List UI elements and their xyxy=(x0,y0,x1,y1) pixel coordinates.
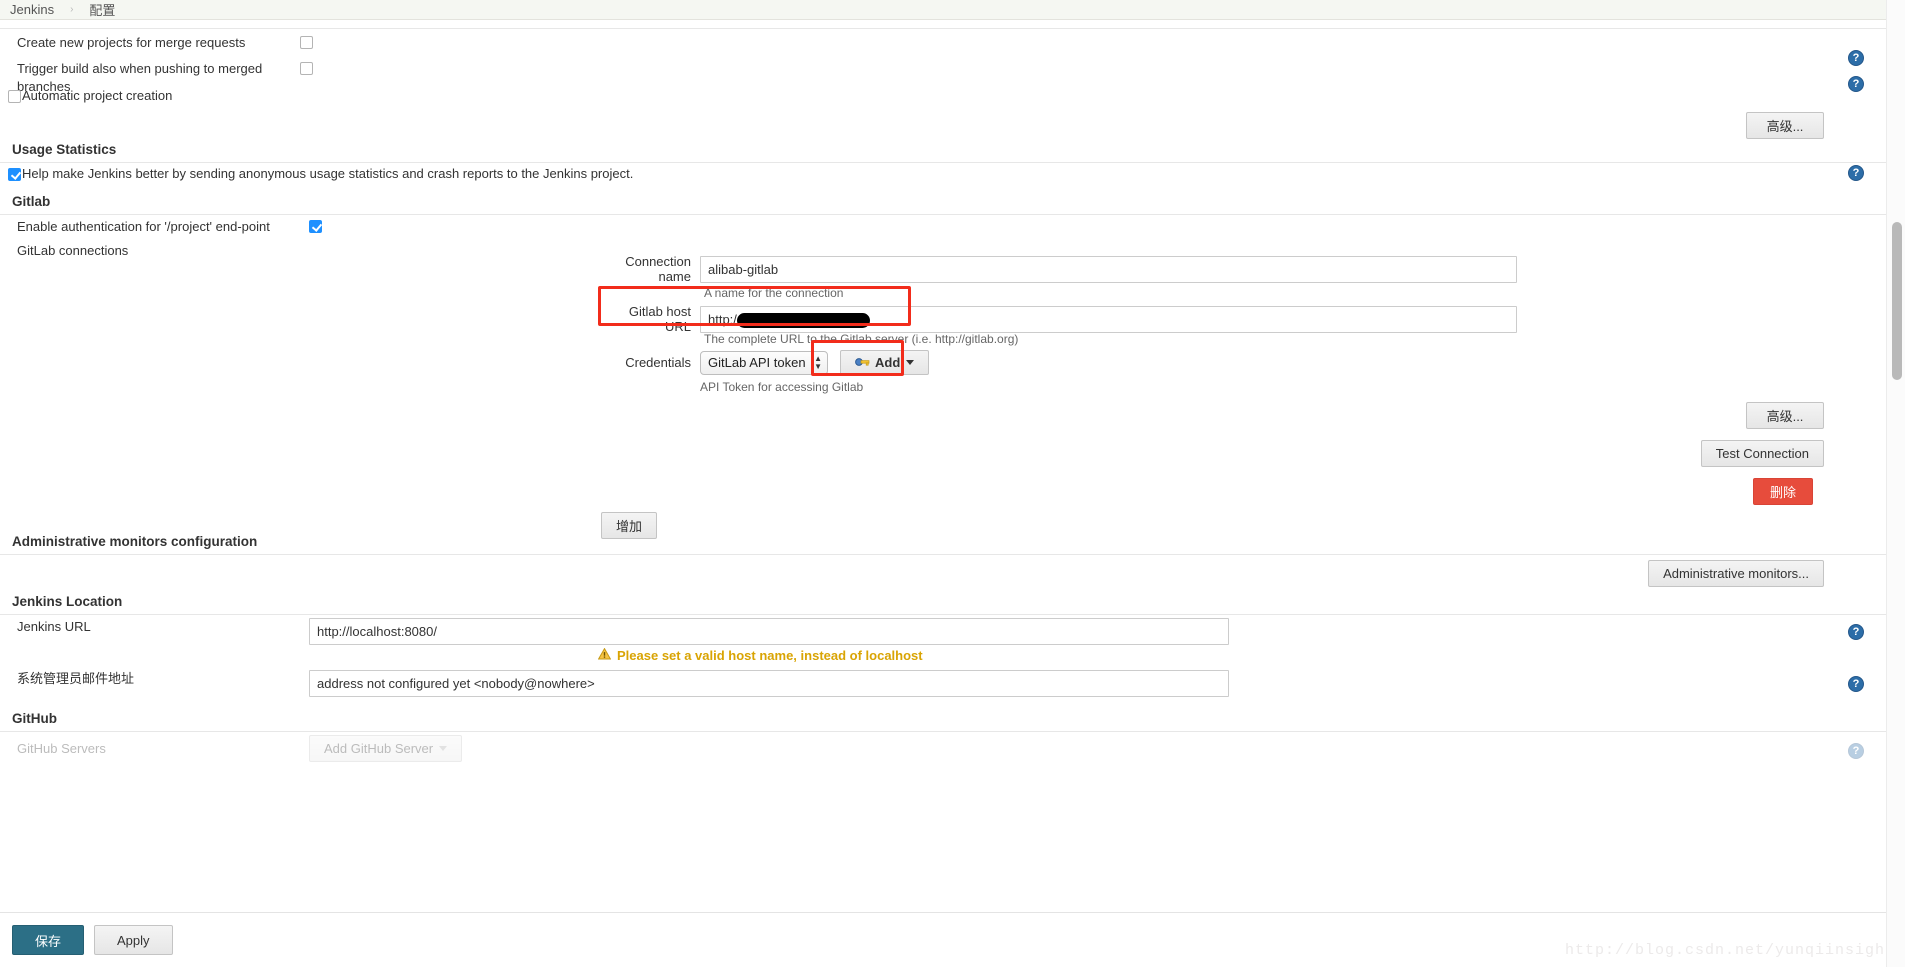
row-create-new-projects: Create new projects for merge requests ? xyxy=(0,34,1886,66)
administrative-monitors-button[interactable]: Administrative monitors... xyxy=(1648,560,1824,587)
gitlab-delete-button[interactable]: 删除 xyxy=(1752,478,1813,505)
row-admin-email: 系统管理员邮件地址 ? xyxy=(0,670,1886,697)
enable-auth-checkbox[interactable] xyxy=(309,220,322,234)
breadcrumb-current[interactable]: 配置 xyxy=(87,0,117,19)
add-github-server-button[interactable]: Add GitHub Server xyxy=(309,735,463,762)
page-scrollbar-thumb[interactable] xyxy=(1892,222,1902,380)
chevron-down-icon xyxy=(906,360,915,365)
row-enable-auth: Enable authentication for '/project' end… xyxy=(0,218,1886,236)
add-github-server-label: Add GitHub Server xyxy=(324,741,434,756)
credentials-hint: API Token for accessing Gitlab xyxy=(700,380,864,394)
enable-auth-label: Enable authentication for '/project' end… xyxy=(17,219,270,234)
gitlab-web-hook-heading: Gitlab Web Hook xyxy=(0,20,1886,23)
admin-email-label: 系统管理员邮件地址 xyxy=(17,671,135,686)
test-connection-button[interactable]: Test Connection xyxy=(1700,440,1824,467)
webhook-advanced-button[interactable]: 高级... xyxy=(1746,112,1824,139)
create-new-projects-label: Create new projects for merge requests xyxy=(17,35,246,50)
gitlab-host-url-hint: The complete URL to the Gitlab server (i… xyxy=(704,332,1019,346)
help-icon-jenkins-url[interactable]: ? xyxy=(1848,624,1864,640)
create-new-projects-checkbox[interactable] xyxy=(300,36,313,50)
page-scrollbar-track[interactable] xyxy=(1886,0,1905,967)
apply-button[interactable]: Apply xyxy=(94,925,173,955)
credentials-select[interactable]: GitLab API token xyxy=(700,350,828,375)
row-jenkins-url: Jenkins URL ? Please set a valid host na… xyxy=(0,618,1886,663)
jenkins-location-heading: Jenkins Location xyxy=(12,594,123,609)
section-usage-statistics: Usage Statistics xyxy=(0,142,1886,163)
connection-name-label: Connection name xyxy=(625,254,691,284)
breadcrumb: Jenkins › 配置 xyxy=(0,0,1886,20)
row-usage-statistics-optin: Help make Jenkins better by sending anon… xyxy=(0,165,1886,182)
config-form-scroll-area[interactable]: Gitlab Web Hook Create new projects for … xyxy=(0,20,1886,967)
section-gitlab-web-hook: Gitlab Web Hook xyxy=(0,20,1886,29)
warning-triangle-icon xyxy=(597,647,612,663)
connection-name-hint: A name for the connection xyxy=(704,286,844,300)
gitlab-advanced-button[interactable]: 高级... xyxy=(1746,402,1824,429)
github-servers-label: GitHub Servers xyxy=(17,740,106,756)
row-github-servers: GitHub Servers Add GitHub Server ? xyxy=(0,735,1886,762)
breadcrumb-separator-icon: › xyxy=(70,4,74,15)
credentials-label: Credentials xyxy=(625,355,691,370)
watermark: http://blog.csdn.net/yunqiinsight xyxy=(1564,942,1895,959)
help-icon-admin-email[interactable]: ? xyxy=(1848,676,1864,692)
jenkins-url-label: Jenkins URL xyxy=(17,619,91,634)
section-github: GitHub xyxy=(0,711,1886,732)
usage-statistics-heading: Usage Statistics xyxy=(12,142,117,157)
section-administrative-monitors: Administrative monitors configuration Ad… xyxy=(0,534,1886,587)
credentials-add-label: Add xyxy=(875,355,901,370)
section-gitlab: Gitlab xyxy=(0,194,1886,215)
chevron-down-icon-github xyxy=(439,746,448,751)
administrative-monitors-heading: Administrative monitors configuration xyxy=(12,534,258,549)
redaction-marker xyxy=(737,312,870,328)
section-jenkins-location: Jenkins Location xyxy=(0,594,1886,615)
breadcrumb-root[interactable]: Jenkins xyxy=(8,2,56,17)
connection-name-input[interactable] xyxy=(700,255,1517,283)
trigger-build-merged-checkbox[interactable] xyxy=(300,62,313,76)
jenkins-configure-page: Jenkins › 配置 Gitlab Web Hook Create new … xyxy=(0,0,1905,967)
save-button[interactable]: 保存 xyxy=(12,925,85,955)
automatic-project-creation-checkbox[interactable] xyxy=(8,90,21,104)
credentials-add-button[interactable]: Add xyxy=(840,350,930,375)
github-heading: GitHub xyxy=(12,711,57,726)
gitlab-heading: Gitlab xyxy=(12,194,51,209)
jenkins-url-warning: Please set a valid host name, instead of… xyxy=(617,648,923,663)
gitlab-host-url-label: Gitlab host URL xyxy=(628,304,691,334)
jenkins-url-input[interactable] xyxy=(309,618,1229,645)
gitlab-connections-label: GitLab connections xyxy=(17,243,129,258)
row-automatic-project-creation: Automatic project creation xyxy=(0,88,1886,104)
admin-email-input[interactable] xyxy=(309,670,1229,697)
help-icon-github-servers[interactable]: ? xyxy=(1848,743,1864,759)
key-icon xyxy=(855,355,870,370)
automatic-project-creation-label: Automatic project creation xyxy=(22,88,173,104)
usage-statistics-checkbox[interactable] xyxy=(8,168,21,182)
help-icon-usage-statistics[interactable]: ? xyxy=(1848,165,1864,181)
usage-statistics-label: Help make Jenkins better by sending anon… xyxy=(22,166,634,182)
